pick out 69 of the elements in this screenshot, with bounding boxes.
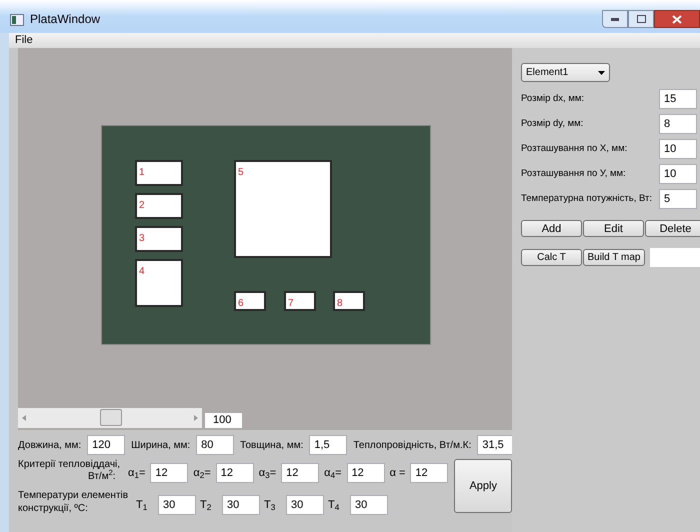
menu-item[interactable]: File [15, 32, 33, 49]
field-label: Розмір dy, мм: [521, 116, 584, 131]
field-label: Температурна потужність, Вт: [521, 192, 652, 206]
field-label: Теплопровідність, Вт/м.К: [353, 438, 472, 452]
input-field[interactable]: 12 [216, 463, 254, 483]
app-icon [10, 14, 24, 26]
board-element[interactable]: 8 [333, 291, 365, 311]
zoom-field[interactable]: 100 [205, 413, 242, 428]
input-field[interactable]: 80 [196, 435, 234, 455]
field-label: Довжина, мм: [18, 438, 82, 452]
result-field[interactable] [650, 248, 700, 267]
field-label: T$_{1}$ [136, 498, 148, 514]
field-label: Температури елементів конструкції, ºС: [18, 489, 130, 515]
input-field[interactable]: 5 [659, 189, 697, 209]
input-field[interactable]: 30 [286, 495, 324, 515]
field-label: Ширина, мм: [131, 438, 190, 452]
board-element[interactable]: 2 [135, 193, 183, 219]
input-field[interactable]: 8 [659, 114, 697, 134]
field-label: Розташування по X, мм: [521, 142, 628, 156]
input-field[interactable]: 1,5 [309, 435, 348, 455]
input-field[interactable]: 30 [222, 495, 260, 515]
board-element[interactable]: 4 [135, 259, 183, 307]
input-field[interactable]: 15 [659, 89, 697, 109]
input-field[interactable]: 12 [346, 463, 385, 483]
input-field[interactable]: 12 [281, 463, 320, 483]
input-field[interactable]: 30 [350, 495, 388, 515]
field-label: T$_{2}$ [200, 498, 212, 514]
action-button[interactable]: Edit [583, 220, 644, 237]
field-label: α$_{2}$= [193, 466, 211, 482]
board-element[interactable]: 3 [135, 226, 183, 252]
input-field[interactable]: 12 [150, 463, 188, 483]
scroll-thumb[interactable] [100, 409, 122, 426]
scroll-right-icon [194, 415, 198, 421]
field-label: T$_{3}$ [264, 498, 276, 514]
field-label: α = [390, 466, 406, 481]
action-button[interactable]: Add [521, 220, 582, 237]
apply-button[interactable]: Apply [454, 459, 512, 513]
input-field[interactable]: 120 [87, 435, 126, 455]
board-element[interactable]: 6 [234, 291, 266, 311]
field-label: α$_{3}$= [258, 466, 276, 482]
element-dropdown[interactable]: Element1 [521, 63, 610, 82]
input-field[interactable]: 10 [659, 139, 697, 159]
window-title: PlataWindow [30, 11, 100, 28]
close-icon [672, 14, 682, 24]
minimize-icon [611, 18, 619, 20]
board-element[interactable]: 5 [234, 160, 332, 258]
field-label: Розташування по У, мм: [521, 166, 626, 181]
action-button[interactable]: Delete [645, 220, 700, 237]
dropdown-caret-icon [598, 70, 605, 74]
close-button[interactable] [654, 10, 700, 28]
field-label: Товщина, мм: [240, 438, 304, 452]
horizontal-scrollbar[interactable] [18, 408, 202, 428]
field-label: T$_{4}$ [328, 498, 340, 514]
maximize-icon [636, 15, 646, 23]
field-label: Розмір dx, мм: [521, 92, 584, 106]
minimize-button[interactable] [602, 10, 628, 28]
scroll-left-icon [22, 415, 26, 421]
board-element[interactable]: 7 [284, 291, 316, 311]
maximize-button[interactable] [628, 10, 654, 28]
field-label: Вт/м$^{2}$: [88, 471, 116, 483]
input-field[interactable]: 10 [659, 164, 697, 184]
action-button[interactable]: Build T map [583, 249, 645, 266]
field-label: α$_{4}$= [324, 466, 342, 482]
board-element[interactable]: 1 [135, 160, 183, 186]
field-label: Критерії тепловіддачі, [18, 459, 122, 470]
field-label: α$_{1}$= [128, 466, 146, 482]
action-button[interactable]: Calc T [521, 249, 582, 266]
input-field[interactable]: 30 [158, 495, 196, 515]
input-field[interactable]: 12 [410, 463, 448, 483]
